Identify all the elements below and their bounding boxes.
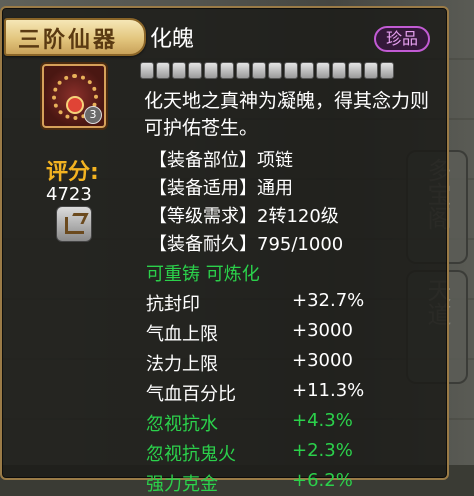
score-value: 4723 [46, 184, 92, 205]
gem-slot [332, 62, 346, 79]
stat-value: +6.2% [292, 470, 353, 491]
gem-slot [268, 62, 282, 79]
gem-slot [140, 62, 154, 79]
gem-slot [236, 62, 250, 79]
gem-slot [364, 62, 378, 79]
stat-label: 气血百分比 [146, 384, 236, 405]
gem-slot [252, 62, 266, 79]
gem-slot [300, 62, 314, 79]
stat-value: +4.3% [292, 410, 353, 431]
gem-slot [348, 62, 362, 79]
rank-label: 三阶仙器 [18, 27, 119, 53]
share-button[interactable] [56, 206, 92, 242]
attribute-applicable: 【装备适用】通用 [149, 178, 293, 199]
stat-value: +32.7% [292, 290, 365, 311]
stat-value: +2.3% [292, 440, 353, 461]
necklace-icon[interactable]: 3 [42, 64, 106, 128]
stat-label: 强力克金 [146, 474, 218, 495]
gem-slot [204, 62, 218, 79]
necklace-pendant [66, 96, 84, 114]
gem-slot [188, 62, 202, 79]
gem-slot [220, 62, 234, 79]
item-name: 化魄 [150, 27, 195, 52]
item-tags: 可重铸 可炼化 [146, 264, 260, 285]
stat-value: +11.3% [292, 380, 365, 401]
quality-badge: 珍品 [374, 26, 431, 52]
stat-label: 法力上限 [146, 354, 218, 375]
gem-slot [284, 62, 298, 79]
score-label: 评分: [46, 160, 99, 185]
item-description: 化天地之真神为凝魄，得其念力则可护佑苍生。 [144, 90, 430, 139]
gem-slot [316, 62, 330, 79]
item-count-badge: 3 [84, 106, 102, 124]
gem-slot [380, 62, 394, 79]
stat-value: +3000 [292, 350, 353, 371]
gem-slot [156, 62, 170, 79]
stat-value: +3000 [292, 320, 353, 341]
stat-label: 气血上限 [146, 324, 218, 345]
stat-label: 忽视抗水 [146, 414, 218, 435]
gem-slots [140, 62, 394, 79]
attribute-level: 【等级需求】2转120级 [149, 206, 339, 227]
item-tooltip: 三阶仙器 化魄 珍品 3 评分: 4723 化天地之真神为凝魄，得其念力则可护佑… [0, 6, 449, 495]
stat-label: 抗封印 [146, 294, 200, 315]
gem-slot [172, 62, 186, 79]
rank-banner: 三阶仙器 [4, 18, 146, 56]
attribute-durability: 【装备耐久】795/1000 [149, 234, 344, 255]
attribute-slot: 【装备部位】项链 [149, 150, 293, 171]
stat-label: 忽视抗鬼火 [146, 444, 236, 465]
